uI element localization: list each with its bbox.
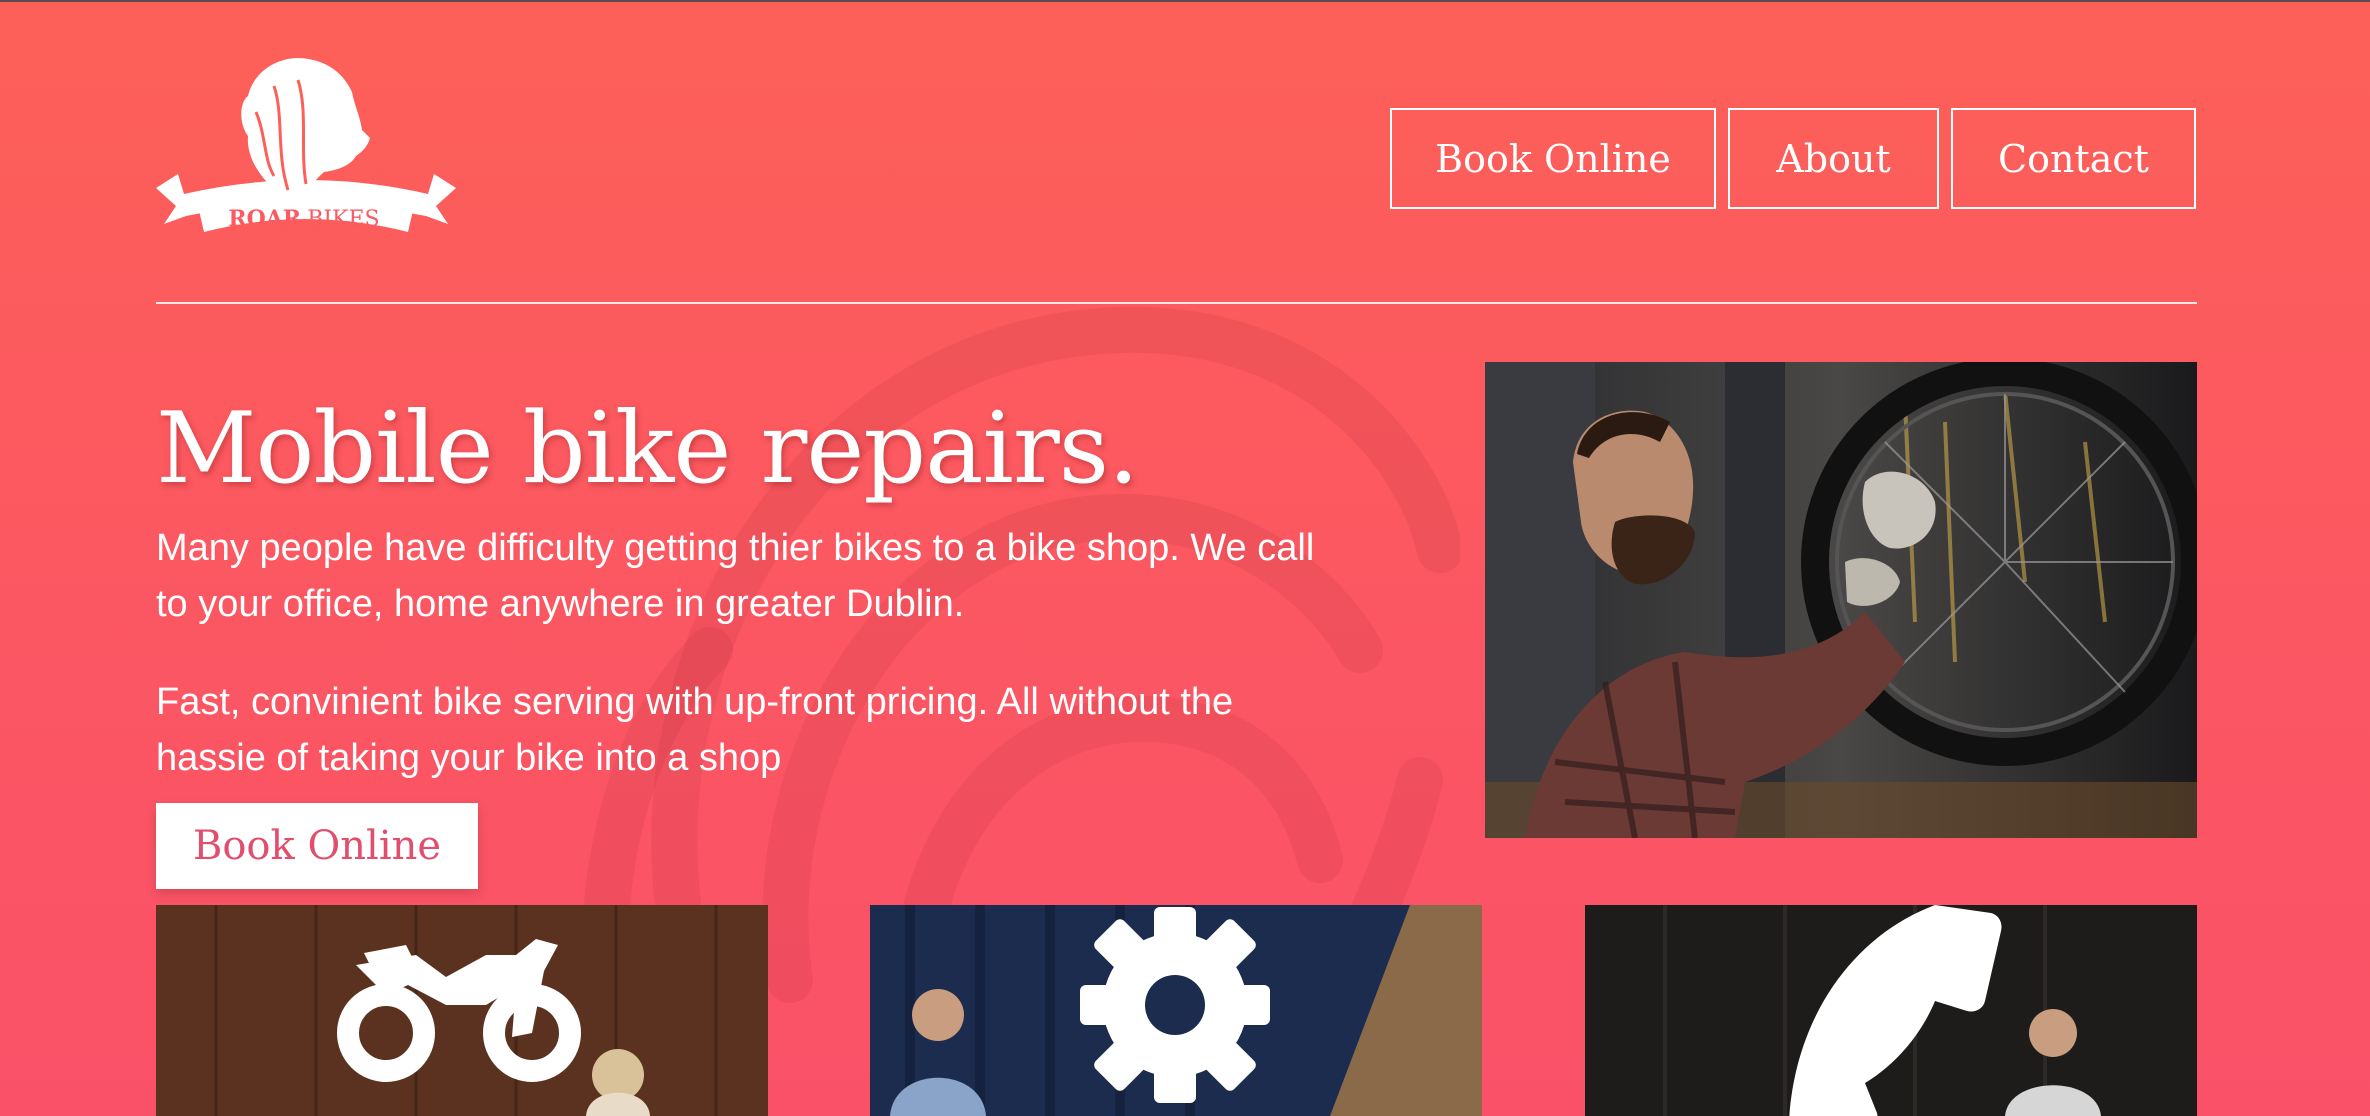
top-border (0, 0, 2370, 2)
hero-paragraph-1: Many people have difficulty getting thie… (156, 527, 1315, 625)
service-card-phone[interactable] (1585, 905, 2197, 1116)
hero-paragraph-2: Fast, convinient bike serving with up-fr… (156, 681, 1234, 779)
nav-book-online-button[interactable]: Book Online (1390, 108, 1716, 209)
service-card-motorbike[interactable] (156, 905, 768, 1116)
hero-book-online-button[interactable]: Book Online (156, 803, 478, 889)
phone-icon (1789, 905, 2002, 1116)
motorbike-icon (337, 939, 581, 1082)
nav-contact-button[interactable]: Contact (1951, 108, 2196, 209)
nav-about-button[interactable]: About (1728, 108, 1939, 209)
roar-bikes-logo[interactable]: ROAR BIKES (156, 56, 456, 256)
main-nav: Book Online About Contact (1390, 108, 2196, 209)
hero-title: Mobile bike repairs. (156, 392, 1139, 506)
header-divider (156, 302, 2197, 304)
mechanic-photo (1485, 362, 2197, 838)
gear-icon (1080, 907, 1270, 1103)
service-card-gear[interactable] (870, 905, 1482, 1116)
